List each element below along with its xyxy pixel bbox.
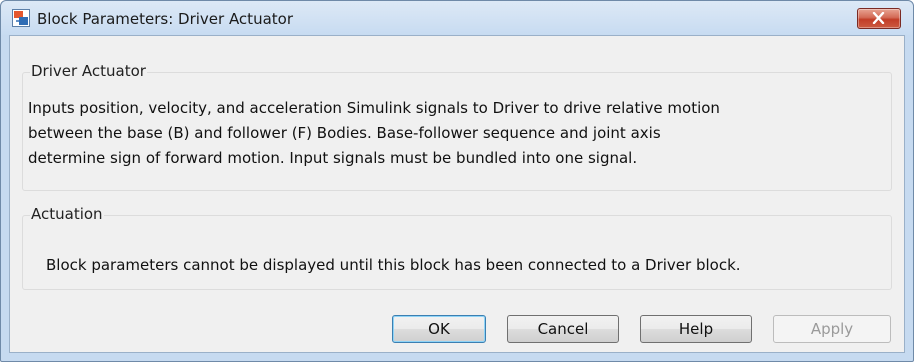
title-bar[interactable]: Block Parameters: Driver Actuator: [1, 1, 913, 35]
block-description: Inputs position, velocity, and accelerat…: [28, 96, 898, 171]
actuation-group: [22, 215, 892, 290]
description-line: determine sign of forward motion. Input …: [28, 149, 638, 167]
description-line: Inputs position, velocity, and accelerat…: [28, 99, 720, 117]
close-button[interactable]: [857, 8, 901, 29]
dialog-window: Block Parameters: Driver Actuator Driver…: [0, 0, 914, 362]
actuation-legend: Actuation: [30, 205, 104, 223]
cancel-button[interactable]: Cancel: [507, 315, 619, 343]
close-icon: [872, 12, 885, 24]
ok-button[interactable]: OK: [392, 315, 486, 343]
driver-actuator-legend: Driver Actuator: [30, 62, 147, 80]
description-line: between the base (B) and follower (F) Bo…: [28, 124, 661, 142]
simulink-block-icon: [12, 9, 30, 27]
apply-button[interactable]: Apply: [773, 315, 891, 343]
help-button[interactable]: Help: [640, 315, 752, 343]
window-title: Block Parameters: Driver Actuator: [37, 10, 293, 28]
actuation-message: Block parameters cannot be displayed unt…: [46, 256, 741, 274]
dialog-content: Driver Actuator Inputs position, velocit…: [9, 35, 905, 353]
